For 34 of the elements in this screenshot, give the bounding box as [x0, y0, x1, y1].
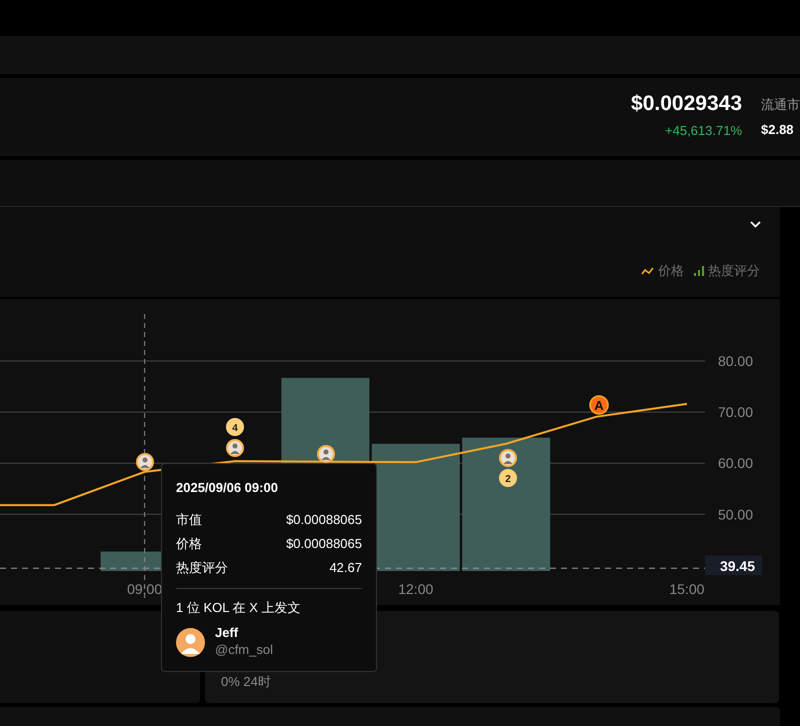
avatar-icon[interactable]	[226, 439, 244, 457]
count-badge: 4	[226, 418, 244, 436]
tooltip-value: 42.67	[329, 558, 362, 577]
kol-handle: @cfm_sol	[215, 641, 273, 659]
avatar-icon	[176, 628, 205, 656]
y-axis-label: 70.00	[718, 404, 753, 420]
tooltip-note: 1 位 KOL 在 X 上发文	[176, 598, 302, 616]
legend-label: 热度评分	[708, 262, 760, 280]
ref-line-label: 39.45	[720, 558, 756, 574]
token-price: $0.0029343	[631, 91, 742, 117]
stat-value: $2.88	[761, 120, 795, 138]
avatar-icon[interactable]	[136, 453, 154, 471]
y-axis-label: 60.00	[718, 455, 753, 472]
tooltip-label: 市值	[176, 510, 202, 529]
kol-name: Jeff	[215, 625, 240, 641]
tooltip-label: 热度评分	[176, 558, 228, 577]
price-change: +45,613.71%	[665, 122, 742, 140]
count-badge: 2	[499, 469, 517, 487]
x-axis-label: 15:00	[669, 581, 704, 597]
tooltip-value: $0.00088065	[286, 510, 362, 529]
y-axis-label: 50.00	[718, 506, 753, 522]
tooltip-value: $0.00088065	[286, 534, 362, 553]
current-value-tag: 39.45	[705, 555, 762, 576]
bar-legend-icon	[694, 266, 704, 276]
y-axis-label: 80.00	[718, 353, 753, 369]
stat-label: 流通市	[761, 96, 800, 114]
x-axis-label: 12:00	[398, 581, 434, 597]
tooltip-label: 价格	[176, 534, 202, 553]
x-axis-label: 09:00	[127, 581, 162, 597]
chevron-down-icon[interactable]	[750, 221, 761, 228]
legend-label: 价格	[658, 262, 684, 280]
token-logo-icon[interactable]: A	[589, 395, 609, 415]
stats-text: 0% 24时	[221, 672, 271, 690]
tooltip-date: 2025/09/06 09:00	[176, 479, 279, 497]
